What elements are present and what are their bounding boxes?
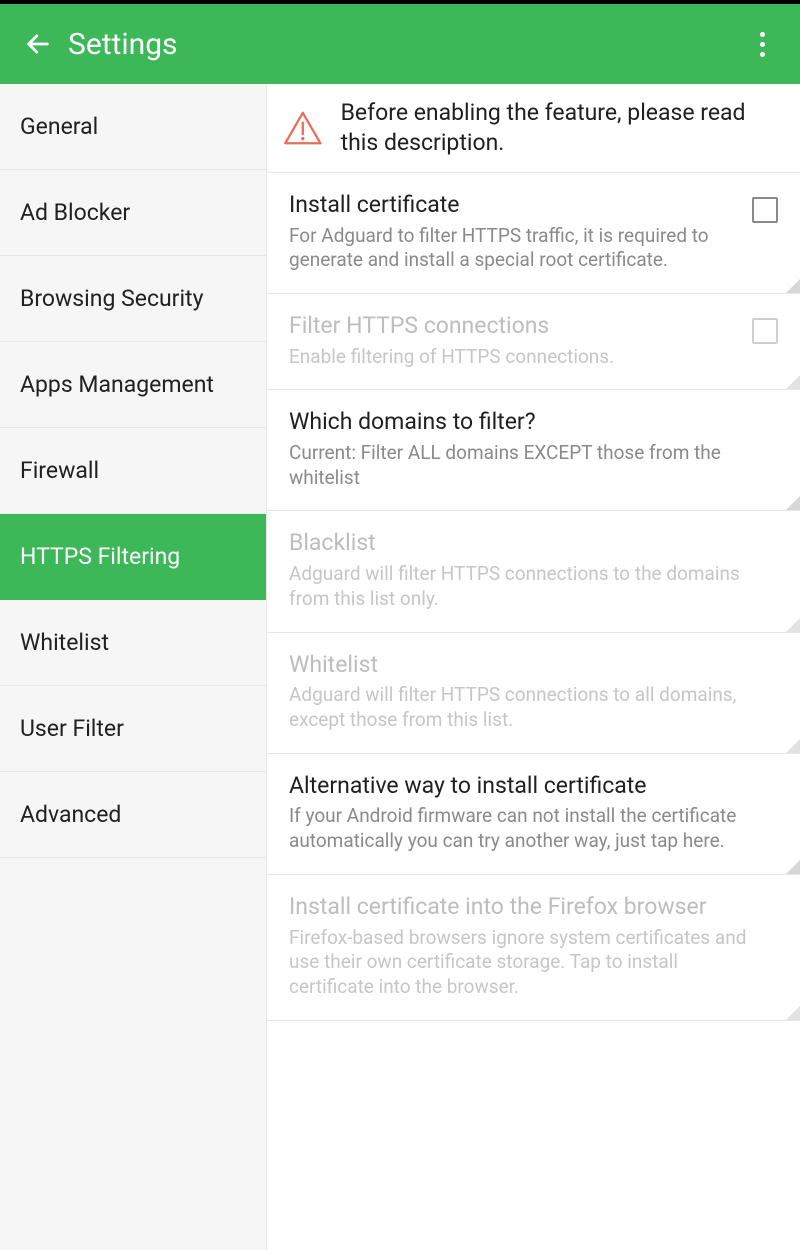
- warning-banner[interactable]: Before enabling the feature, please read…: [267, 84, 800, 173]
- sidebar-item-firewall[interactable]: Firewall: [0, 428, 266, 514]
- sidebar-item-ad-blocker[interactable]: Ad Blocker: [0, 170, 266, 256]
- sidebar-item-label: Firewall: [20, 457, 99, 484]
- main-panel: Before enabling the feature, please read…: [267, 84, 800, 1250]
- setting-which-domains[interactable]: Which domains to filter? Current: Filter …: [267, 390, 800, 511]
- setting-subtitle: Firefox-based browsers ignore system cer…: [289, 926, 762, 1000]
- setting-title: Whitelist: [289, 651, 762, 680]
- setting-blacklist: Blacklist Adguard will filter HTTPS conne…: [267, 511, 800, 632]
- warning-text: Before enabling the feature, please read…: [341, 98, 778, 158]
- setting-subtitle: Enable filtering of HTTPS connections.: [289, 345, 736, 370]
- overflow-menu-button[interactable]: [738, 20, 786, 68]
- sidebar-item-label: Apps Management: [20, 371, 214, 398]
- appbar: Settings: [0, 4, 800, 84]
- setting-subtitle: Adguard will filter HTTPS connections to…: [289, 562, 762, 611]
- setting-install-cert[interactable]: Install certificate For Adguard to filter…: [267, 173, 800, 294]
- sidebar-item-browsing-security[interactable]: Browsing Security: [0, 256, 266, 342]
- sidebar-item-label: General: [20, 113, 98, 140]
- setting-subtitle: If your Android firmware can not install…: [289, 804, 762, 853]
- back-button[interactable]: [14, 20, 62, 68]
- sidebar-item-label: Ad Blocker: [20, 199, 130, 226]
- sidebar-item-whitelist[interactable]: Whitelist: [0, 600, 266, 686]
- sidebar-item-label: Advanced: [20, 801, 121, 828]
- sidebar-item-label: HTTPS Filtering: [20, 543, 180, 570]
- sidebar-item-general[interactable]: General: [0, 84, 266, 170]
- setting-subtitle: For Adguard to filter HTTPS traffic, it …: [289, 224, 736, 273]
- sidebar-item-https-filtering[interactable]: HTTPS Filtering: [0, 514, 266, 600]
- sidebar-item-advanced[interactable]: Advanced: [0, 772, 266, 858]
- sidebar-item-label: User Filter: [20, 715, 124, 742]
- setting-title: Install certificate: [289, 191, 736, 220]
- warning-icon: [283, 104, 323, 152]
- sidebar-item-label: Browsing Security: [20, 285, 203, 312]
- checkbox[interactable]: [752, 197, 778, 223]
- setting-subtitle: Adguard will filter HTTPS connections to…: [289, 683, 762, 732]
- arrow-back-icon: [24, 30, 52, 58]
- content: General Ad Blocker Browsing Security Apps M…: [0, 84, 800, 1250]
- setting-firefox-install: Install certificate into the Firefox bro…: [267, 875, 800, 1021]
- more-vert-icon: [760, 32, 765, 57]
- sidebar-item-user-filter[interactable]: User Filter: [0, 686, 266, 772]
- checkbox: [752, 318, 778, 344]
- setting-title: Blacklist: [289, 529, 762, 558]
- setting-title: Install certificate into the Firefox bro…: [289, 893, 762, 922]
- setting-title: Filter HTTPS connections: [289, 312, 736, 341]
- sidebar-item-label: Whitelist: [20, 629, 109, 656]
- setting-filter-https: Filter HTTPS connections Enable filtering…: [267, 294, 800, 390]
- sidebar-item-apps-management[interactable]: Apps Management: [0, 342, 266, 428]
- sidebar: General Ad Blocker Browsing Security Apps M…: [0, 84, 267, 1250]
- appbar-title: Settings: [68, 27, 738, 62]
- setting-alt-install[interactable]: Alternative way to install certificate If…: [267, 754, 800, 875]
- setting-title: Which domains to filter?: [289, 408, 762, 437]
- setting-subtitle: Current: Filter ALL domains EXCEPT those…: [289, 441, 762, 490]
- setting-title: Alternative way to install certificate: [289, 772, 762, 801]
- setting-whitelist: Whitelist Adguard will filter HTTPS conne…: [267, 633, 800, 754]
